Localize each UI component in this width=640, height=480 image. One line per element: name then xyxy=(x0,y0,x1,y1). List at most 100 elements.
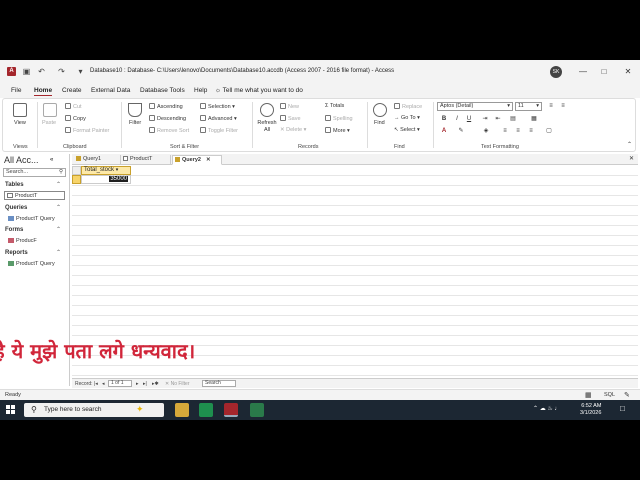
bullets-icon[interactable]: ≡ xyxy=(547,102,555,110)
last-record-icon[interactable]: ▸| xyxy=(143,381,147,387)
format-painter-button[interactable]: Format Painter xyxy=(65,127,109,134)
tab-file[interactable]: File xyxy=(11,87,21,94)
chevron-down-icon[interactable]: ▾ xyxy=(116,167,119,173)
datasheet-view-icon[interactable]: ▦ xyxy=(585,391,592,399)
record-search-input[interactable]: Search xyxy=(202,380,236,387)
advanced-button[interactable]: Advanced ▾ xyxy=(200,115,237,122)
new-record-nav-icon[interactable]: ▸✱ xyxy=(152,381,159,387)
close-button[interactable]: ✕ xyxy=(621,66,635,78)
tell-me-search[interactable]: ☼ Tell me what you want to do xyxy=(215,87,303,94)
sql-view-button[interactable]: SQL xyxy=(604,392,615,398)
spelling-button[interactable]: Spelling xyxy=(325,115,353,122)
tab-query2[interactable]: Query2 ✕ xyxy=(172,155,222,165)
camtasia-recorder-icon[interactable] xyxy=(250,403,264,417)
chevron-up-icon[interactable]: ⌃ xyxy=(56,249,61,256)
delete-record-button[interactable]: ✕ Delete ▾ xyxy=(280,127,306,133)
chevron-up-icon[interactable]: ⌃ xyxy=(56,181,61,188)
align-center-icon[interactable]: ≡ xyxy=(514,127,522,135)
highlight-icon[interactable]: ✎ xyxy=(457,127,465,135)
record-selector[interactable] xyxy=(72,175,81,184)
notification-icon[interactable]: □ xyxy=(620,405,625,413)
fill-color-icon[interactable]: ◈ xyxy=(482,127,490,135)
tab-home[interactable]: Home xyxy=(34,87,53,96)
go-to-button[interactable]: → Go To ▾ xyxy=(394,115,420,121)
taskbar-search-input[interactable]: ⚲ Type here to search ✦ xyxy=(24,403,164,417)
tab-create[interactable]: Create xyxy=(62,87,82,94)
tab-productt[interactable]: ProductT xyxy=(121,155,171,165)
tab-query1[interactable]: Query1 xyxy=(74,155,121,165)
view-icon[interactable] xyxy=(13,103,27,117)
align-left-icon[interactable]: ≡ xyxy=(501,127,509,135)
select-all-corner[interactable] xyxy=(72,166,81,175)
tab-external-data[interactable]: External Data xyxy=(91,87,130,94)
record-position-input[interactable]: 1 of 1 xyxy=(108,380,132,387)
minimize-button[interactable]: — xyxy=(576,66,590,78)
next-record-icon[interactable]: ▸ xyxy=(136,381,139,387)
close-icon[interactable]: ✕ xyxy=(206,157,211,163)
view-button[interactable]: View xyxy=(14,120,26,126)
customize-toolbar-icon[interactable]: ▾ xyxy=(76,67,85,76)
toggle-filter-button[interactable]: Toggle Filter xyxy=(200,127,238,134)
paste-icon[interactable] xyxy=(43,103,57,117)
tab-help[interactable]: Help xyxy=(194,87,207,94)
clock[interactable]: 6:52 AM 3/1/2026 xyxy=(580,403,601,417)
remove-sort-button[interactable]: Remove Sort xyxy=(149,127,189,134)
save-record-button[interactable]: Save xyxy=(280,115,301,122)
nav-section-tables[interactable]: Tables xyxy=(5,182,24,188)
nav-section-reports[interactable]: Reports xyxy=(5,250,28,256)
save-icon[interactable]: ▣ xyxy=(22,67,31,76)
clear-format-icon[interactable]: ▢ xyxy=(545,127,553,135)
camtasia-icon[interactable] xyxy=(199,403,213,417)
find-button[interactable]: Find xyxy=(374,120,385,126)
copy-button[interactable]: Copy xyxy=(65,115,86,122)
more-button[interactable]: More ▾ xyxy=(325,127,350,134)
nav-item-table[interactable]: ProductT xyxy=(4,191,65,200)
column-header[interactable]: Total_stock ▾ xyxy=(81,166,131,175)
numbering-icon[interactable]: ≡ xyxy=(559,102,567,110)
italic-icon[interactable]: I xyxy=(453,115,461,123)
selection-button[interactable]: Selection ▾ xyxy=(200,103,235,110)
cut-button[interactable]: Cut xyxy=(65,103,82,110)
access-taskbar-icon[interactable] xyxy=(224,403,238,417)
ascending-button[interactable]: Ascending xyxy=(149,103,183,110)
chevron-up-icon[interactable]: ⌃ xyxy=(56,226,61,233)
replace-button[interactable]: Replace xyxy=(394,103,422,110)
nav-item-form[interactable]: ProducF xyxy=(6,237,37,246)
windows-start-icon[interactable] xyxy=(6,405,16,415)
avatar[interactable]: SK xyxy=(550,66,562,78)
gridlines-icon[interactable]: ▦ xyxy=(530,115,538,123)
redo-icon[interactable]: ↷ xyxy=(57,67,66,76)
nav-pane-title[interactable]: All Acc... xyxy=(4,155,39,165)
maximize-button[interactable]: □ xyxy=(597,66,611,78)
font-name-select[interactable]: Aptos (Detail) ▾ xyxy=(437,102,513,111)
indent-decrease-icon[interactable]: ⇤ xyxy=(494,115,502,123)
totals-button[interactable]: Σ Totals xyxy=(325,103,344,109)
refresh-icon[interactable] xyxy=(260,103,274,117)
nav-section-queries[interactable]: Queries xyxy=(5,205,27,211)
indent-increase-icon[interactable]: ⇥ xyxy=(481,115,489,123)
tab-database-tools[interactable]: Database Tools xyxy=(140,87,185,94)
new-record-button[interactable]: New xyxy=(280,103,299,110)
filter-icon[interactable] xyxy=(128,103,142,117)
system-tray-icons[interactable]: ⌃ ☁ ♨ ♩ xyxy=(533,406,560,413)
bold-icon[interactable]: B xyxy=(440,115,448,123)
filter-button[interactable]: Filter xyxy=(129,120,141,126)
collapse-ribbon-icon[interactable]: ⌃ xyxy=(627,141,632,148)
font-color-icon[interactable]: A xyxy=(440,127,448,135)
paste-button[interactable]: Paste xyxy=(42,120,56,126)
font-size-select[interactable]: 11 ▾ xyxy=(515,102,542,111)
file-explorer-icon[interactable] xyxy=(175,403,189,417)
nav-item-query[interactable]: ProductT Query xyxy=(6,215,55,224)
nav-search-input[interactable]: Search... ⚲ xyxy=(3,168,66,177)
underline-icon[interactable]: U xyxy=(465,115,473,123)
datasheet-cell[interactable]: 35000 xyxy=(81,175,131,184)
descending-button[interactable]: Descending xyxy=(149,115,186,122)
alternate-row-icon[interactable]: ▤ xyxy=(509,115,517,123)
prev-record-icon[interactable]: ◂ xyxy=(102,381,105,387)
close-icon[interactable]: ✕ xyxy=(629,155,634,162)
nav-section-forms[interactable]: Forms xyxy=(5,227,23,233)
find-icon[interactable] xyxy=(373,103,387,117)
nav-item-report[interactable]: ProductT Query xyxy=(6,260,55,269)
design-view-icon[interactable]: ✎ xyxy=(624,391,630,399)
chevron-up-icon[interactable]: ⌃ xyxy=(56,204,61,211)
